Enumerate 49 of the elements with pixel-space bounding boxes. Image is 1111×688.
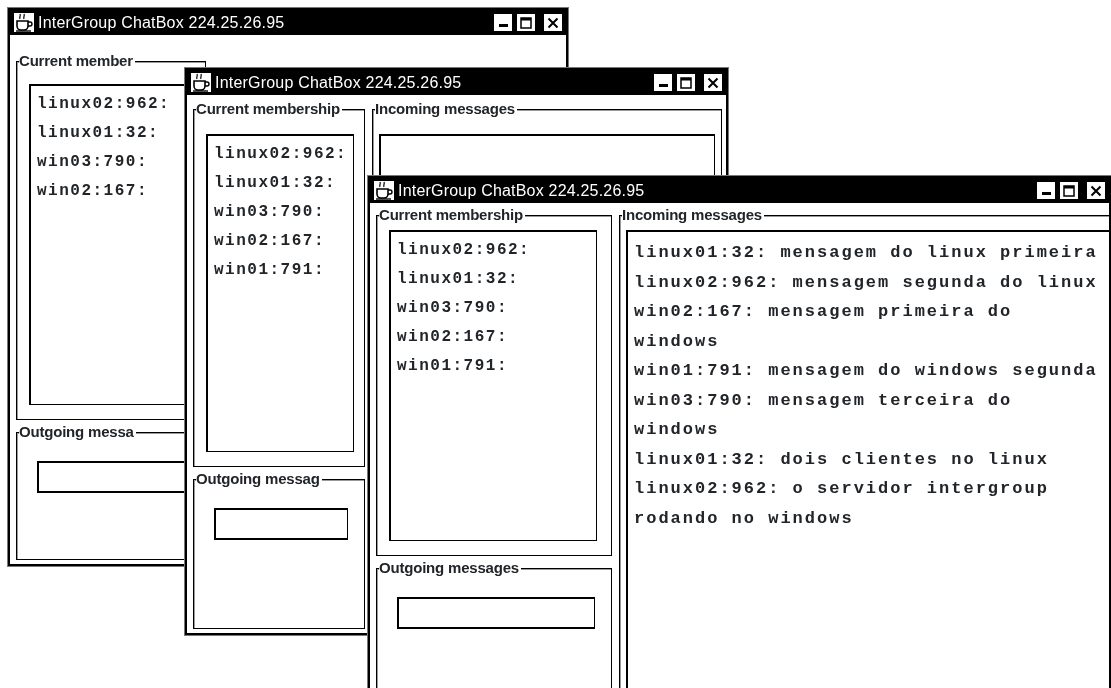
member-item[interactable]: win03:790: — [397, 294, 590, 323]
group-label: Outgoing messages — [379, 559, 521, 577]
group-label: Outgoing messag — [196, 470, 322, 488]
member-item[interactable]: win01:791: — [214, 256, 348, 285]
window-title: InterGroup ChatBox 224.25.26.95 — [398, 180, 645, 201]
member-item[interactable]: linux01:32: — [397, 265, 590, 294]
minimize-button[interactable] — [653, 73, 673, 92]
close-button[interactable] — [703, 73, 723, 92]
message-input-field[interactable] — [214, 508, 348, 540]
member-item[interactable]: linux01:32: — [214, 169, 348, 198]
message-text: linux01:32: mensagem do linux primeira — [634, 242, 1099, 264]
minimize-icon — [498, 24, 508, 27]
window-title: InterGroup ChatBox 224.25.26.95 — [38, 12, 285, 33]
message-text: win01:791: mensagem do windows segunda — [634, 360, 1099, 382]
member-item[interactable]: win01:791: — [397, 352, 590, 381]
member-item[interactable]: linux01:32: — [37, 119, 184, 148]
close-button[interactable] — [543, 13, 563, 32]
close-icon — [547, 16, 559, 29]
group-label: Current membership — [196, 100, 342, 118]
maximize-icon — [520, 16, 532, 29]
member-item[interactable]: win02:167: — [37, 177, 184, 206]
message-text: linux02:962: o servidor intergroup rodando no windows — [634, 478, 1050, 530]
group-label: Current membership — [379, 206, 525, 224]
close-icon — [707, 76, 719, 89]
message-input-field[interactable] — [397, 597, 595, 629]
member-item[interactable]: linux02:962: — [214, 140, 348, 169]
minimize-icon — [1041, 192, 1051, 195]
minimize-button[interactable] — [493, 13, 513, 32]
close-button[interactable] — [1086, 181, 1106, 200]
member-item[interactable]: linux02:962: — [397, 236, 590, 265]
maximize-button[interactable] — [1059, 181, 1079, 200]
member-item[interactable]: win03:790: — [214, 198, 348, 227]
window-title: InterGroup ChatBox 224.25.26.95 — [215, 72, 462, 93]
member-item[interactable]: win02:167: — [397, 323, 590, 352]
member-item[interactable]: win03:790: — [37, 148, 184, 177]
member-item[interactable]: linux02:962: — [37, 90, 184, 119]
group-label: Incoming messages — [622, 206, 764, 224]
group-label: Incoming messages — [375, 100, 517, 118]
message-text: linux01:32: dois clientes no linux — [634, 448, 1050, 471]
minimize-icon — [658, 84, 668, 87]
maximize-icon — [680, 76, 692, 89]
member-item[interactable]: win02:167: — [214, 227, 348, 256]
message-text: linux02:962: mensagem segunda do linux — [634, 271, 1099, 294]
group-label: Outgoing messa — [19, 423, 136, 441]
maximize-icon — [1063, 184, 1075, 197]
close-icon — [1090, 184, 1102, 197]
minimize-button[interactable] — [1036, 181, 1056, 200]
maximize-button[interactable] — [516, 13, 536, 32]
maximize-button[interactable] — [676, 73, 696, 92]
